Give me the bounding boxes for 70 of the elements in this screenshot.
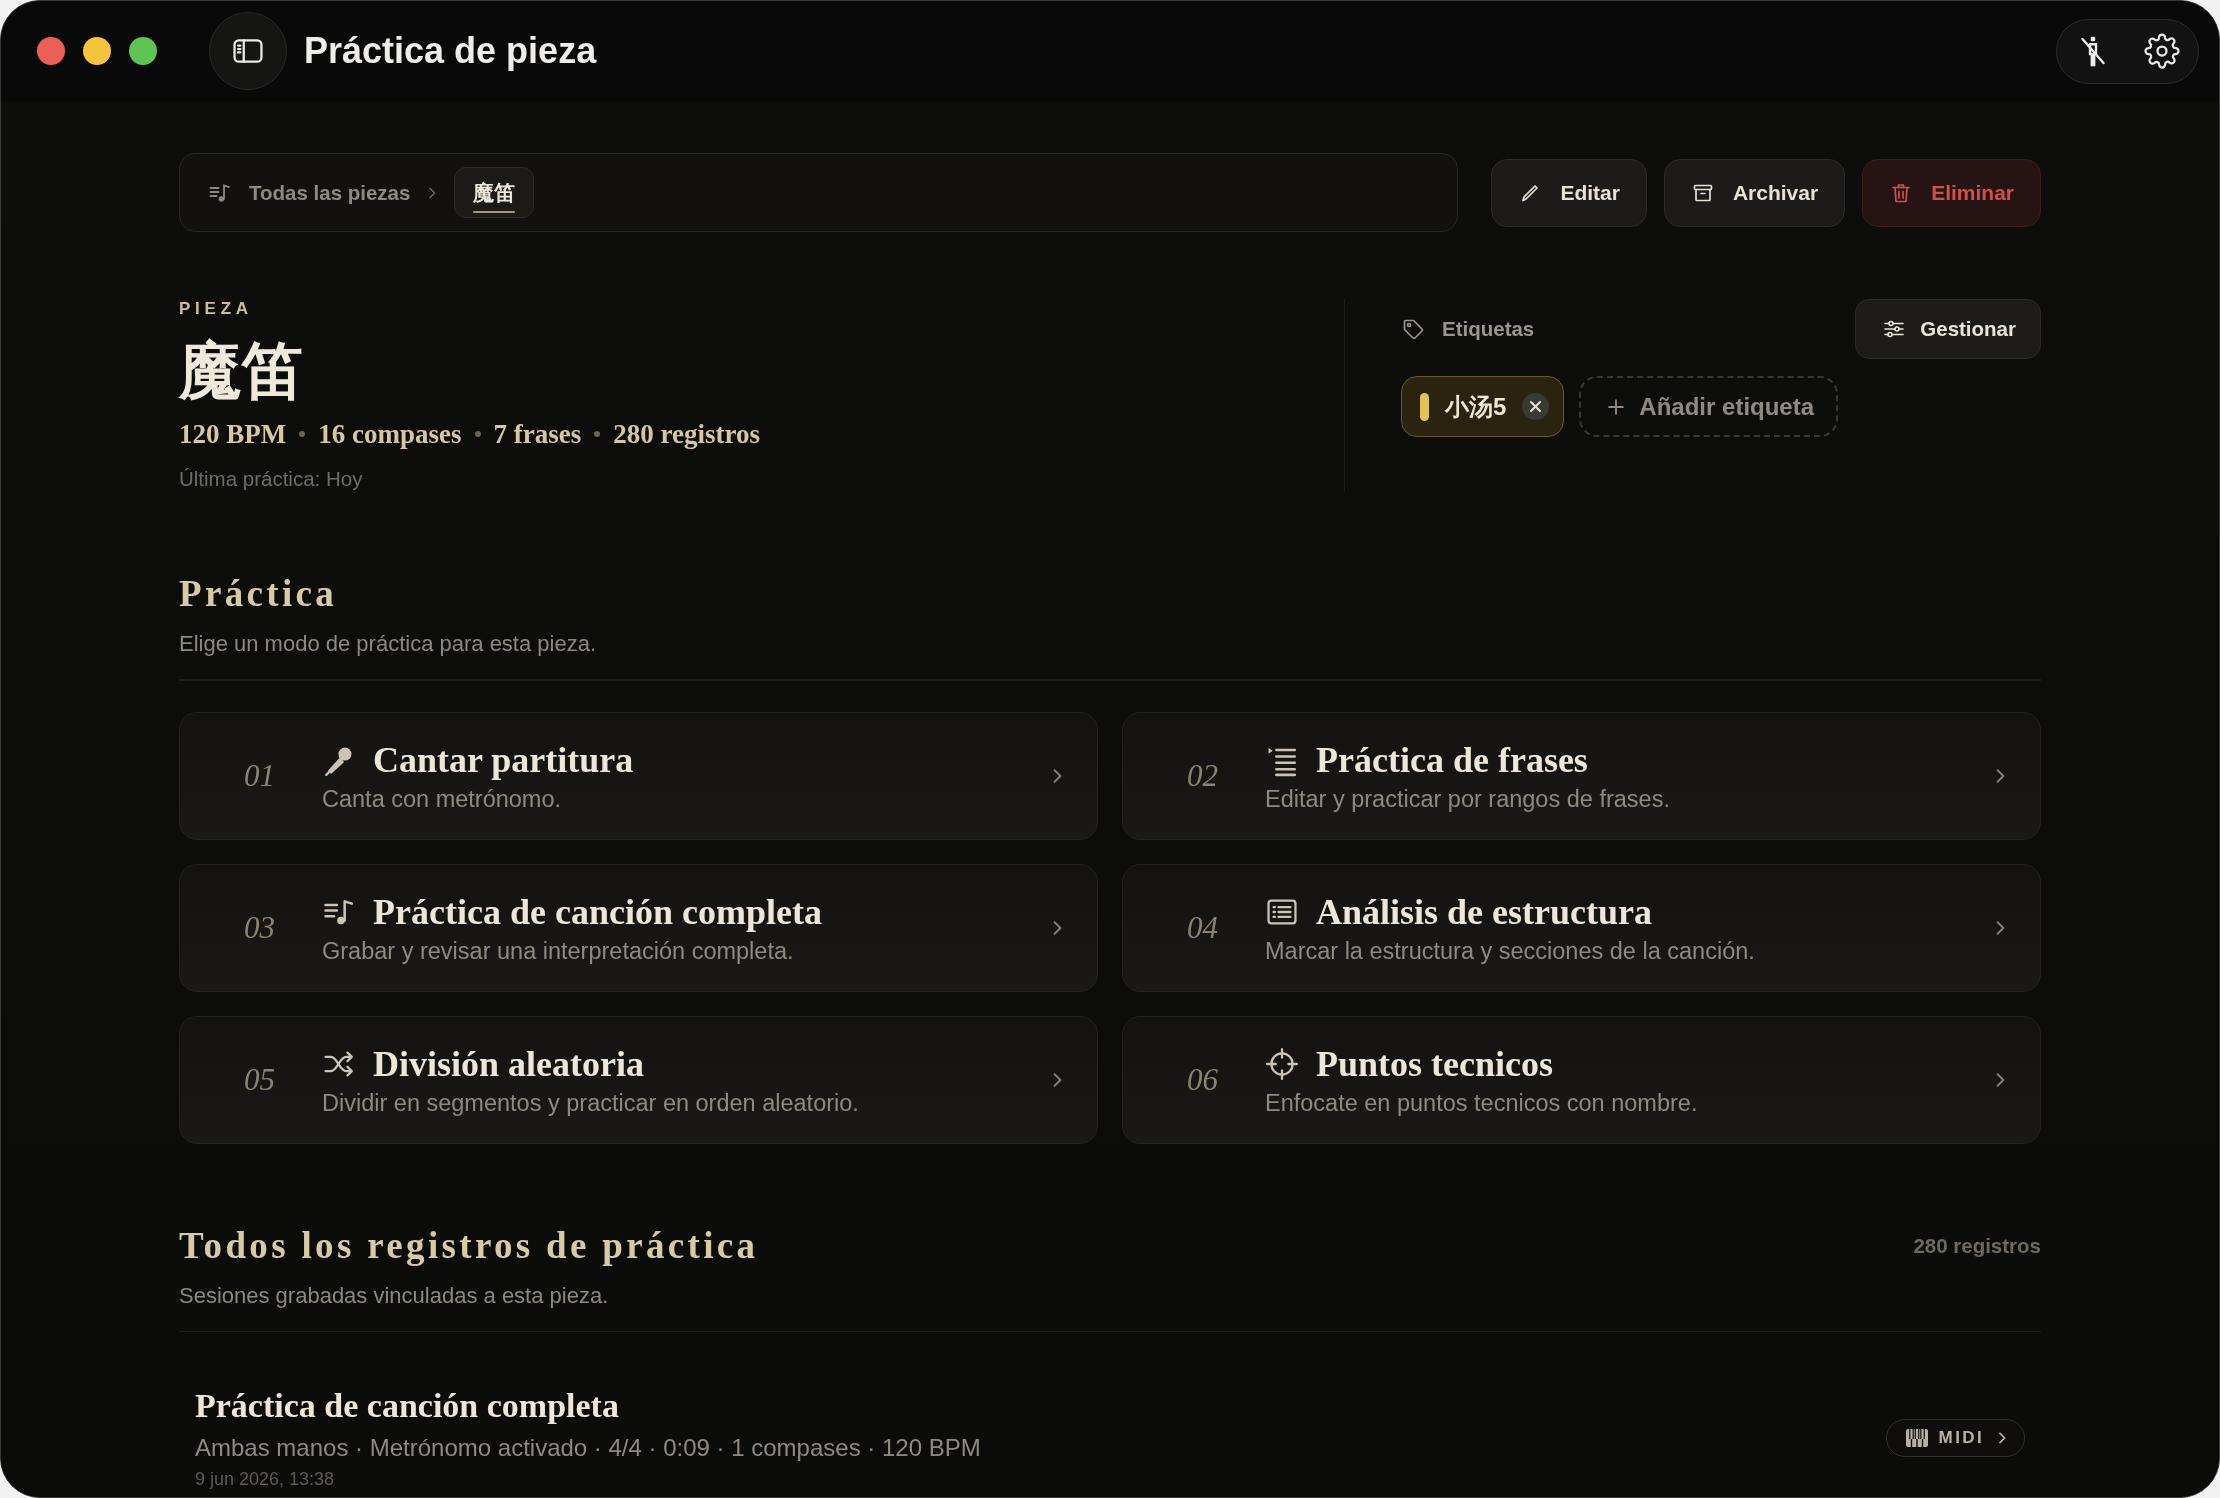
mode-description: Enfocate en puntos tecnicos con nombre. [1265,1088,1699,1117]
record-date: 9 jun 2026, 13:38 [195,1469,336,1489]
button-label: Eliminar [1931,180,2014,205]
piece-stat: 280 registros [613,418,760,451]
piece-stat: 7 frases [493,418,582,451]
section-subtitle: Elige un modo de práctica para esta pieza. [179,630,598,658]
section-heading: Todos los registros de práctica [179,1223,759,1268]
piano-keys-icon [1904,1427,1929,1448]
mode-number: 01 [244,757,276,794]
practice-mode-card[interactable]: 04 Análisis de estructura Marcar la estructura y secciones de la canción. [1122,863,2041,992]
mode-title: División aleatoria [373,1042,644,1085]
practice-mode-card[interactable]: 06 Puntos tecnicos Enfocate en puntos tecnicos con nombre. [1122,1015,2041,1144]
mode-number: 02 [1187,757,1219,794]
mode-number: 03 [244,909,276,946]
window-minimize-button[interactable] [83,37,111,65]
separator-dot-icon [299,431,306,437]
badge-label: MIDI [1938,1427,1984,1448]
mode-number: 06 [1187,1061,1219,1098]
mode-number: 04 [1187,909,1219,946]
breadcrumb-current-chip[interactable]: 魔笛 [454,167,535,218]
mode-description: Marcar la estructura y secciones de la canción. [1265,936,1756,965]
mode-number: 05 [244,1061,276,1098]
section-label: PIEZA [179,299,254,319]
breadcrumb-link[interactable]: Todas las piezas [208,180,411,205]
piece-title: 魔笛 [179,336,304,406]
button-label: Editar [1560,180,1620,205]
record-count: 280 registros [1913,1233,2041,1258]
separator-dot-icon [594,431,601,437]
tag-chip[interactable]: 小汤5 [1401,376,1565,437]
practice-mode-card[interactable]: 01 Cantar partitura Canta con metrónomo. [179,711,1098,840]
mode-description: Canta con metrónomo. [322,784,563,813]
section-heading: Práctica [179,572,339,616]
breadcrumb-label: Todas las piezas [249,180,411,205]
mode-title: Práctica de canción completa [373,890,822,933]
tags-heading: Etiquetas [1442,317,1535,341]
piece-stat: 120 BPM [179,418,287,451]
tag-label: 小汤5 [1445,391,1507,422]
mode-title: Cantar partitura [373,738,634,781]
practice-mode-card[interactable]: 05 División aleatoria Dividir en segmentos y practicar en orden aleatorio. [179,1015,1098,1144]
window-zoom-button[interactable] [129,37,157,65]
piece-stat: 16 compases [318,418,462,451]
archive-button[interactable]: Archivar [1663,158,1846,227]
breadcrumb-label: 魔笛 [473,179,516,206]
mode-description: Editar y practicar por rangos de frases. [1265,784,1671,813]
mode-description: Grabar y revisar una interpretación completa. [322,936,795,965]
crosshair-icon [1265,1046,1299,1081]
separator-dot-icon [474,431,481,437]
delete-button[interactable]: Eliminar [1862,158,2041,227]
button-label: Añadir etiqueta [1639,392,1815,421]
tag-icon [1401,317,1425,341]
window-close-button[interactable] [37,37,65,65]
midi-badge-button[interactable]: MIDI [1885,1418,2025,1457]
window-title: Práctica de pieza [304,29,597,73]
practice-mode-card[interactable]: 02 Práctica de frases Editar y practicar por rangos de frases. [1122,711,2041,840]
mode-title: Puntos tecnicos [1316,1042,1553,1085]
section-subtitle: Sesiones grabadas vinculadas a esta pieza. [179,1281,610,1310]
close-icon[interactable] [1522,393,1550,420]
practice-mode-card[interactable]: 03 Práctica de canción completa Grabar y revisar una interpretación completa. [179,863,1098,992]
button-label: Gestionar [1920,317,2016,341]
button-label: Archivar [1732,180,1819,205]
record-details: Ambas manos · Metrónomo activado · 4/4 · 0:09 · 1 compases · 120 BPM [195,1434,982,1462]
manage-tags-button[interactable]: Gestionar [1855,299,2041,359]
last-practice-text: Última práctica: Hoy [179,466,364,492]
mode-description: Dividir en segmentos y practicar en orden aleatorio. [322,1088,860,1117]
edit-button[interactable]: Editar [1491,158,1647,227]
mode-title: Análisis de estructura [1316,890,1652,933]
record-title: Práctica de canción completa [195,1386,620,1426]
settings-icon[interactable] [2144,33,2180,69]
add-tag-button[interactable]: Añadir etiqueta [1579,376,1839,437]
mode-title: Práctica de frases [1316,738,1588,781]
